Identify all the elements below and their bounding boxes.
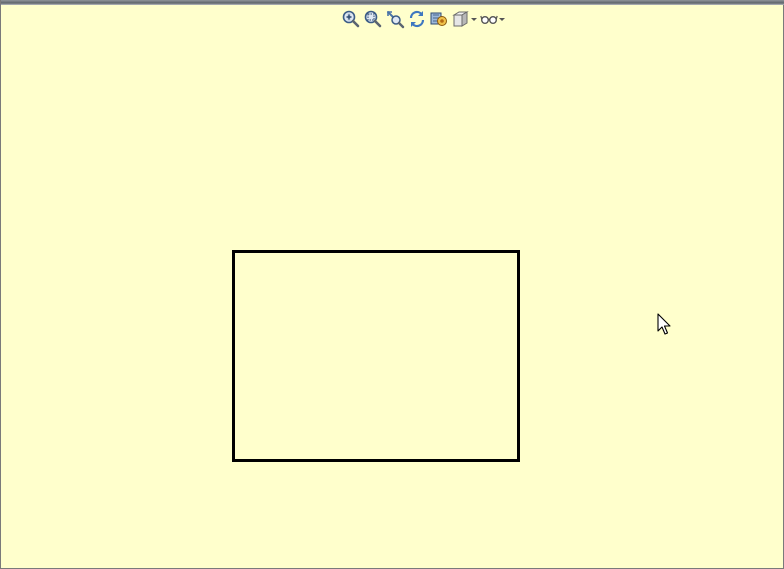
- sketch-rectangle[interactable]: [232, 250, 520, 462]
- arrow-pointer-icon: [657, 313, 671, 340]
- rotate-view-icon: [407, 9, 427, 29]
- rotate-view-button[interactable]: [407, 9, 427, 29]
- zoom-to-area-button[interactable]: [363, 9, 383, 29]
- graphics-area[interactable]: [0, 0, 784, 569]
- heads-up-view-toolbar: [341, 9, 505, 29]
- window-top-frame: [1, 0, 784, 5]
- previous-view-button[interactable]: [385, 9, 405, 29]
- display-style-button[interactable]: [429, 9, 449, 29]
- chevron-down-icon: [471, 18, 477, 21]
- view-orientation-button[interactable]: [451, 9, 477, 29]
- view-orientation-icon: [451, 9, 471, 29]
- display-style-icon: [429, 9, 449, 29]
- previous-view-icon: [385, 9, 405, 29]
- chevron-down-icon: [499, 18, 505, 21]
- zoom-to-area-icon: [363, 9, 383, 29]
- hide-show-items-button[interactable]: [479, 9, 505, 29]
- hide-show-items-icon: [479, 9, 499, 29]
- zoom-to-fit-button[interactable]: [341, 9, 361, 29]
- zoom-to-fit-icon: [341, 9, 361, 29]
